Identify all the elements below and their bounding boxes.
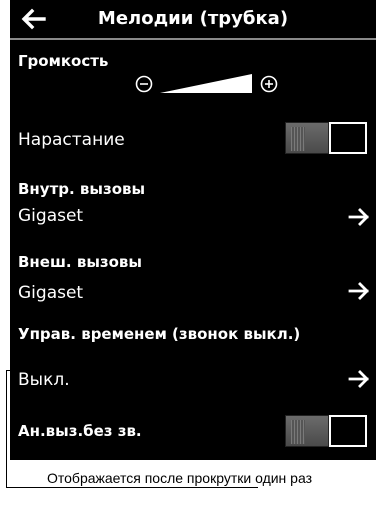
internal-calls-value[interactable]: Gigaset (18, 206, 83, 226)
annotation-bracket-top (6, 370, 10, 371)
volume-label: Громкость (18, 52, 109, 70)
time-control-value[interactable]: Выкл. (18, 370, 70, 390)
external-calls-header: Внеш. вызовы (18, 253, 142, 271)
external-calls-arrow-icon[interactable] (348, 282, 370, 300)
page-title: Мелодии (трубка) (97, 8, 289, 29)
external-calls-value[interactable]: Gigaset (18, 283, 83, 303)
internal-calls-arrow-icon[interactable] (348, 208, 370, 226)
volume-slider[interactable] (130, 70, 290, 96)
anon-silent-toggle[interactable] (285, 415, 367, 447)
crescendo-toggle[interactable] (285, 122, 367, 154)
internal-calls-header: Внутр. вызовы (18, 180, 146, 198)
time-control-header: Управ. временем (звонок выкл.) (18, 325, 301, 343)
toggle-track (329, 122, 367, 154)
anon-silent-label: Ан.выз.без зв. (18, 422, 142, 440)
title-bar: Мелодии (трубка) (10, 0, 376, 40)
toggle-track (329, 415, 367, 447)
annotation-bracket-vertical (6, 370, 7, 487)
scroll-annotation: Отображается после прокрутки один раз (47, 470, 313, 486)
time-control-arrow-icon[interactable] (348, 370, 370, 388)
crescendo-label: Нарастание (18, 130, 125, 150)
toggle-knob (285, 122, 329, 154)
annotation-bracket-bottom (6, 487, 258, 488)
toggle-knob (285, 415, 329, 447)
phone-screen: Мелодии (трубка) Громкость Нарастание Вн… (10, 0, 376, 460)
volume-plus-icon[interactable] (260, 75, 278, 93)
volume-level-wedge (160, 74, 252, 93)
volume-minus-icon[interactable] (135, 75, 153, 93)
